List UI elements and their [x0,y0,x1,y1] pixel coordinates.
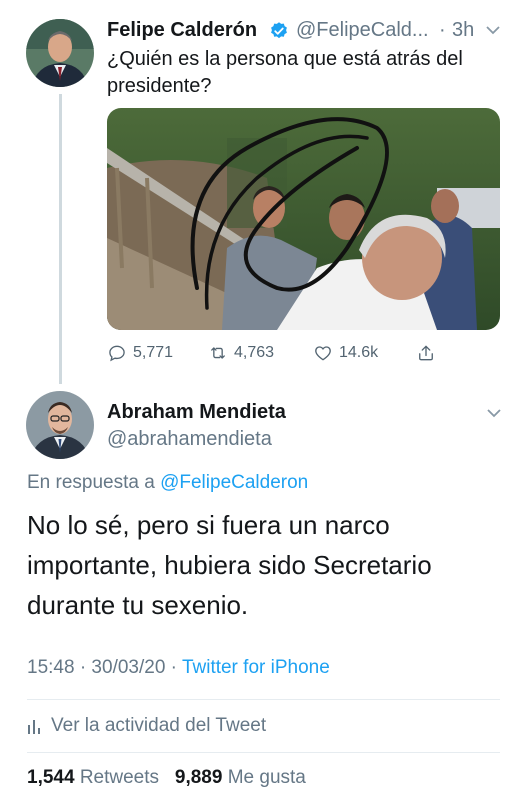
avatar-felipe-calderon[interactable] [26,19,94,87]
retweet-action[interactable]: 4,763 [208,340,274,366]
divider [27,752,500,753]
divider [27,699,500,700]
tweet-metadata: 15:48 · 30/03/20 · Twitter for iPhone [27,657,330,679]
reply-action[interactable]: 5,771 [107,340,173,366]
time-separator: · [439,19,446,41]
tweet-source-link[interactable]: Twitter for iPhone [182,657,330,678]
reply-author-handle[interactable]: @abrahamendieta [107,428,272,451]
chevron-down-icon[interactable] [485,23,501,35]
like-action[interactable]: 14.6k [313,340,378,366]
replying-prefix: En respuesta a [27,472,155,493]
verified-badge-icon [269,21,289,41]
original-author-name[interactable]: Felipe Calderón [107,19,257,42]
share-action[interactable] [416,340,436,366]
like-label: Me gusta [227,767,306,788]
chevron-down-icon[interactable] [486,406,502,418]
reply-count: 5,771 [133,344,174,361]
original-tweet-time[interactable]: 3h [452,19,474,42]
reply-icon [109,345,125,362]
like-count: 14.6k [339,344,379,361]
retweet-total: 1,544 [27,767,75,788]
tweet-timestamp: 15:48 · 30/03/20 · [27,657,177,678]
tweet-activity-link[interactable]: Ver la actividad del Tweet [27,713,266,739]
engagement-stats: 1,544 Retweets 9,889 Me gusta [27,767,306,789]
tweet-activity-label: Ver la actividad del Tweet [51,715,267,736]
retweet-count: 4,763 [234,344,275,361]
heart-icon [315,346,331,361]
like-total: 9,889 [174,767,223,788]
replying-to-line: En respuesta a @FelipeCalderon [27,472,308,494]
original-author-handle[interactable]: @FelipeCald... [296,19,429,42]
avatar-abraham-mendieta[interactable] [26,391,94,459]
retweets-stat[interactable]: 1,544 Retweets [27,767,159,788]
analytics-icon [28,720,40,734]
replying-to-mention[interactable]: @FelipeCalderon [160,472,308,493]
tweet-photo[interactable] [107,108,500,330]
reply-author-name[interactable]: Abraham Mendieta [107,401,286,424]
likes-stat[interactable]: 9,889 Me gusta [175,767,306,788]
share-icon [419,345,433,361]
thread-connector-line [59,94,62,384]
original-tweet-text: ¿Quién es la persona que está atrás del … [107,48,463,97]
reply-tweet-text: No lo sé, pero si fuera un narco importa… [27,510,432,620]
retweet-icon [211,347,225,359]
retweet-label: Retweets [79,767,160,788]
